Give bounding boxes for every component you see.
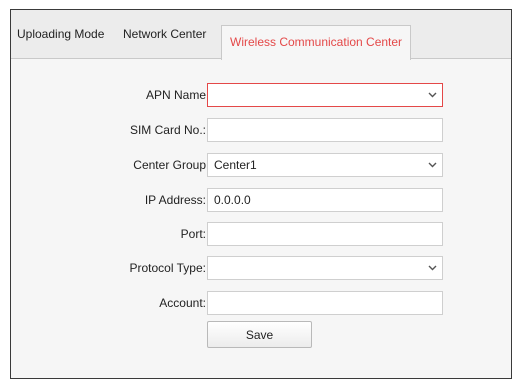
center-group-value: Center1 xyxy=(214,158,257,172)
tab-bar: Uploading Mode Network Center Wireless C… xyxy=(11,10,511,60)
chevron-down-icon[interactable] xyxy=(422,257,442,279)
tab-wireless-communication-center[interactable]: Wireless Communication Center xyxy=(221,25,412,60)
account-label: Account: xyxy=(159,296,206,310)
account-input[interactable] xyxy=(207,291,443,315)
protocol-type-label: Protocol Type: xyxy=(129,261,207,275)
center-group-select[interactable]: Center1 xyxy=(207,153,443,177)
apn-name-select[interactable] xyxy=(207,83,443,107)
tab-network-center[interactable]: Network Center xyxy=(123,10,206,59)
ip-address-label: IP Address: xyxy=(144,193,206,207)
apn-name-row: APN Name xyxy=(11,83,511,107)
center-group-label: Center Group xyxy=(133,158,206,172)
ip-address-row: IP Address: xyxy=(11,188,511,212)
protocol-type-row: Protocol Type: xyxy=(11,256,511,280)
account-row: Account: xyxy=(11,291,511,315)
chevron-down-icon[interactable] xyxy=(422,154,442,176)
center-group-row: Center Group Center1 xyxy=(11,153,511,177)
chevron-down-icon[interactable] xyxy=(422,84,442,106)
save-button[interactable]: Save xyxy=(207,321,312,348)
sim-card-label: SIM Card No.: xyxy=(129,123,206,137)
sim-card-row: SIM Card No.: xyxy=(11,118,511,142)
tab-uploading-mode[interactable]: Uploading Mode xyxy=(17,10,104,59)
port-label: Port: xyxy=(180,227,206,241)
apn-name-label: APN Name xyxy=(145,88,206,102)
settings-panel: Uploading Mode Network Center Wireless C… xyxy=(10,9,512,379)
sim-card-input[interactable] xyxy=(207,118,443,142)
ip-address-input[interactable] xyxy=(207,188,443,212)
port-input[interactable] xyxy=(207,222,443,246)
protocol-type-select[interactable] xyxy=(207,256,443,280)
port-row: Port: xyxy=(11,222,511,246)
